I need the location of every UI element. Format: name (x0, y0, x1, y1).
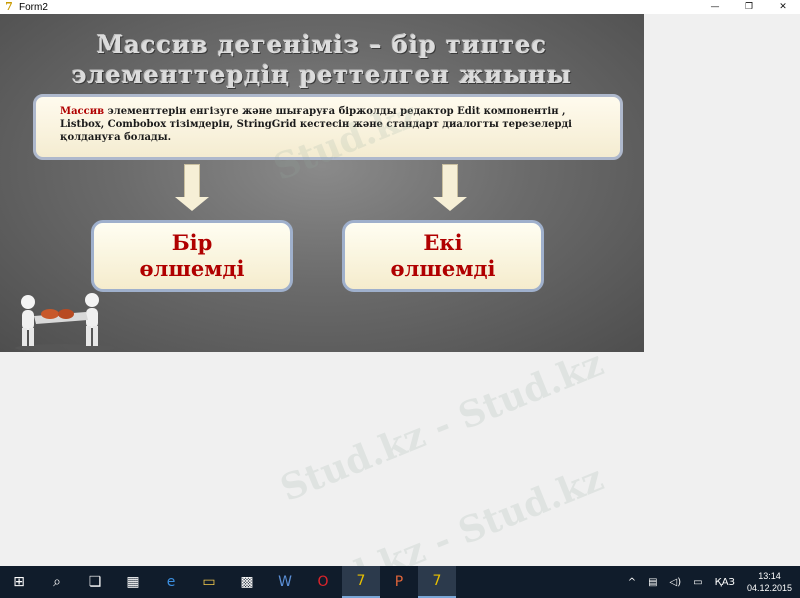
slide-title-line2: элементтердің реттелген жиыны (71, 60, 573, 89)
arrow-right-icon (433, 164, 467, 212)
one-dimensional-box: Бір өлшемді (91, 220, 293, 292)
calculator-icon[interactable]: ▩ (228, 566, 266, 598)
task-view-icon[interactable]: ❏ (76, 566, 114, 598)
description-box: Массив элементтерін енгізуге және шығару… (33, 94, 623, 160)
two-dimensional-box: Екі өлшемді (342, 220, 544, 292)
clock[interactable]: 13:14 04.12.2015 (747, 570, 792, 594)
window-title: Form2 (19, 1, 48, 13)
delphi2-icon[interactable]: 7 (418, 566, 456, 598)
close-button[interactable]: ✕ (766, 0, 800, 14)
window-titlebar: 7 Form2 — ❐ ✕ (0, 0, 800, 14)
window-controls: — ❐ ✕ (698, 0, 800, 14)
slide-title-line1: Массив дегеніміз – бір типтес (96, 30, 548, 59)
minimize-button[interactable]: — (698, 0, 732, 14)
powerpoint-icon[interactable]: P (380, 566, 418, 598)
delphi-icon[interactable]: 7 (342, 566, 380, 598)
one-dimensional-line2: өлшемді (139, 256, 245, 281)
network-icon[interactable]: ▤ (648, 577, 657, 588)
one-dimensional-line1: Бір (171, 230, 213, 255)
description-text: элементтерін енгізуге және шығаруға бірж… (60, 106, 572, 143)
word-icon[interactable]: W (266, 566, 304, 598)
app-icon: 7 (5, 0, 13, 13)
system-tray: ^ ▤ ◁) ▭ ҚАЗ 13:14 04.12.2015 (622, 566, 800, 598)
tray-chevron-icon[interactable]: ^ (628, 577, 636, 588)
file-explorer-icon[interactable]: ▭ (190, 566, 228, 598)
clock-date: 04.12.2015 (746, 583, 792, 593)
slide-image: Массив дегеніміз – бір типтес элементтер… (0, 14, 644, 352)
opera-icon[interactable]: O (304, 566, 342, 598)
clock-time: 13:14 (758, 571, 781, 581)
notification-icon[interactable]: ▭ (693, 577, 702, 588)
language-indicator[interactable]: ҚАЗ (715, 577, 735, 588)
store-icon[interactable]: ▦ (114, 566, 152, 598)
start-button[interactable]: ⊞ (0, 566, 38, 598)
volume-icon[interactable]: ◁) (670, 577, 682, 588)
search-icon[interactable]: ⌕ (38, 566, 76, 598)
two-dimensional-line2: өлшемді (390, 256, 496, 281)
two-dimensional-line1: Екі (423, 230, 463, 255)
maximize-button[interactable]: ❐ (732, 0, 766, 14)
people-carrying-icon (15, 293, 115, 352)
edge-icon[interactable]: e (152, 566, 190, 598)
taskbar: ⊞ ⌕ ❏ ▦ e ▭ ▩ W O 7 P 7 ^ ▤ ◁) ▭ ҚАЗ 13:… (0, 566, 800, 598)
description-keyword: Массив (60, 106, 105, 117)
watermark-2: Stud.kz - Stud.kz (274, 342, 610, 510)
arrow-left-icon (175, 164, 209, 212)
